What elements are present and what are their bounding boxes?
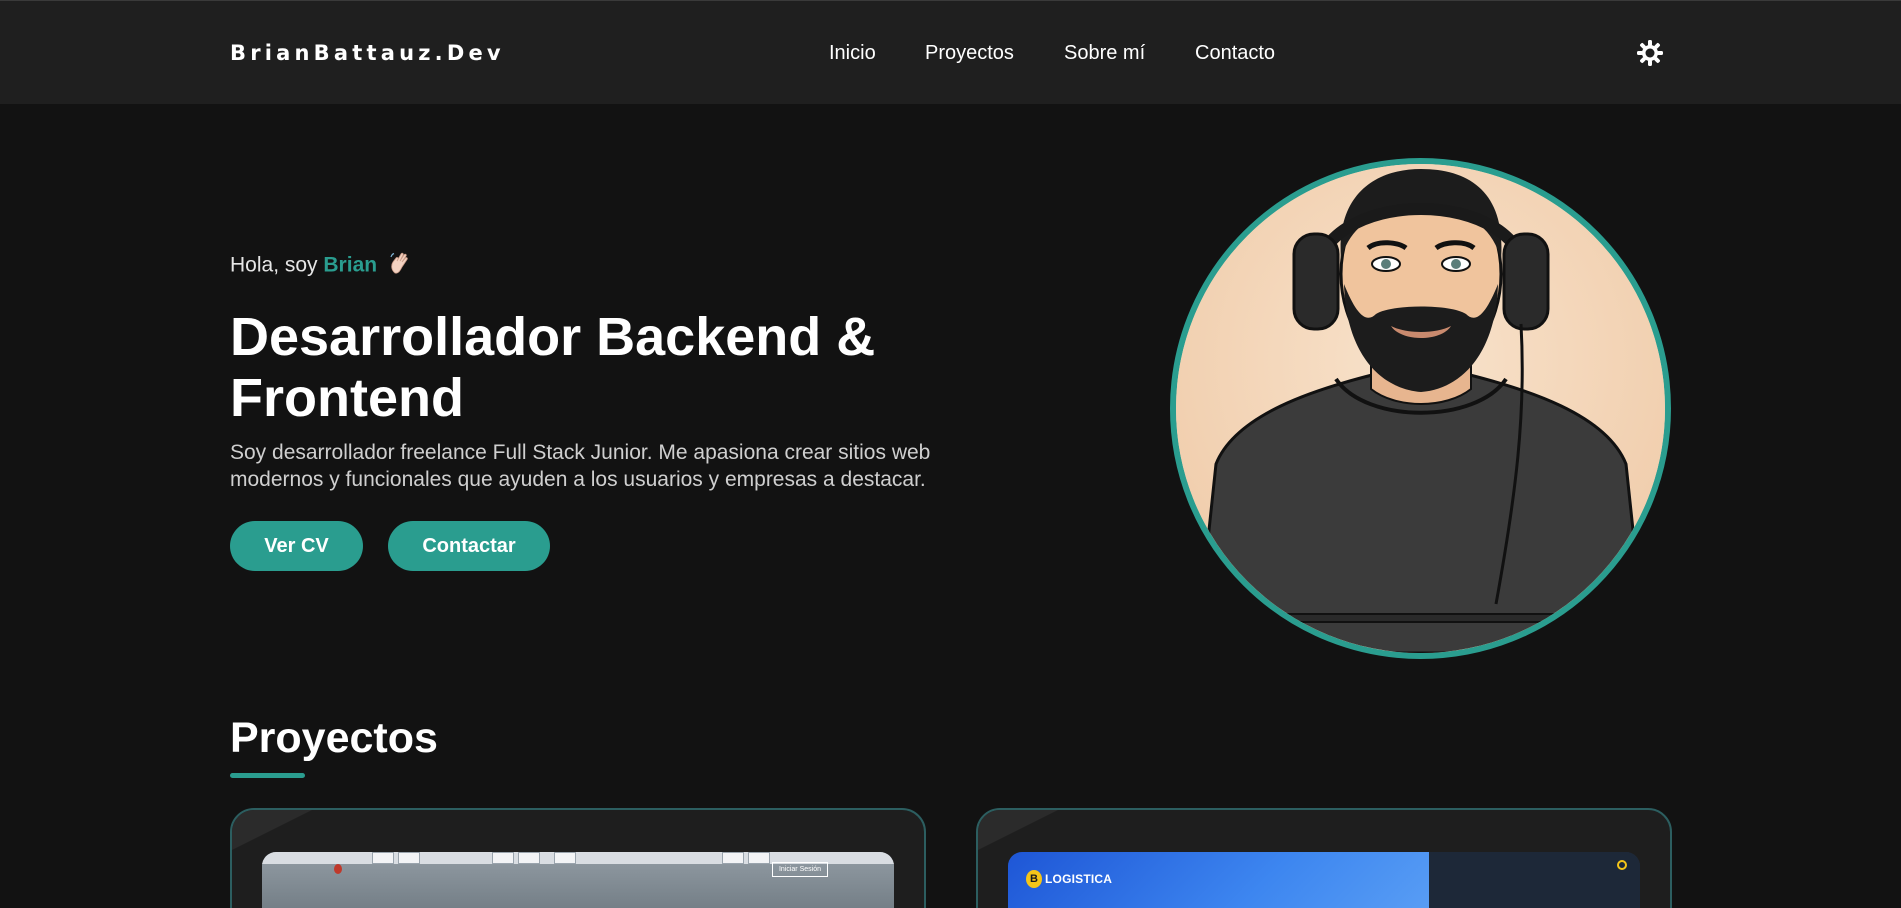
preview-brand-name: LOGISTICA [1045,872,1113,886]
nav-link-proyectos[interactable]: Proyectos [925,41,1014,65]
preview-side-panel [1429,852,1640,908]
hero-description: Soy desarrollador freelance Full Stack J… [230,441,931,491]
nav-link-inicio[interactable]: Inicio [829,41,876,65]
preview-logo-icon [334,864,342,874]
avatar [1170,158,1671,659]
navbar: BrianBattauz.Dev Inicio Proyectos Sobre … [0,0,1901,104]
theme-toggle-button[interactable] [1636,39,1664,67]
preview-window [518,852,540,864]
project-card[interactable]: Iniciar Sesión [230,808,926,908]
contact-button[interactable]: Contactar [388,521,550,571]
preview-sun-icon [1617,860,1627,870]
preview-login-button: Iniciar Sesión [771,862,828,877]
preview-logo-badge: B [1026,870,1042,888]
waving-hand-icon [389,251,411,281]
title-underline [230,773,305,778]
sun-icon [1637,40,1663,66]
project-preview-image: B LOGISTICA [1008,852,1640,908]
nav-link-contacto[interactable]: Contacto [1195,41,1275,65]
preview-window [748,852,770,864]
preview-window [492,852,514,864]
card-corner-accent [978,810,1058,850]
preview-window [372,852,394,864]
preview-window [398,852,420,864]
preview-window [722,852,744,864]
greeting-prefix: Hola, soy [230,253,318,277]
greeting-name: Brian [323,253,378,277]
main-nav: Inicio Proyectos Sobre mí Contacto [0,41,1901,65]
view-cv-button[interactable]: Ver CV [230,521,363,571]
hero-greeting: Hola, soy Brian [230,251,411,281]
avatar-illustration [1176,164,1665,653]
card-corner-accent [232,810,312,850]
nav-link-sobre-mi[interactable]: Sobre mí [1064,41,1145,65]
preview-brand: B LOGISTICA [1026,870,1112,888]
project-card[interactable]: B LOGISTICA [976,808,1672,908]
preview-window [554,852,576,864]
projects-title: Proyectos [230,714,438,762]
project-preview-image: Iniciar Sesión [262,852,894,908]
hero-headline: Desarrollador Backend & Frontend [230,307,876,428]
